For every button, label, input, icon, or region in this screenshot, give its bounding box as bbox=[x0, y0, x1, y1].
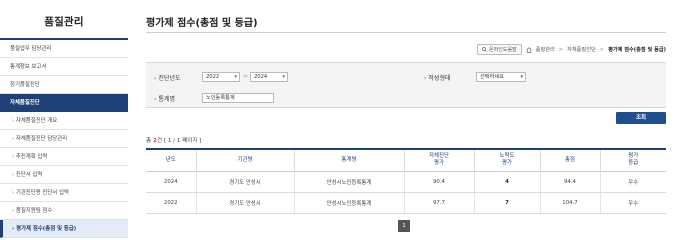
table-header-row: 년도 기관명 통계명 자체진단 평가 노력도 평가 총점 평가 등급 bbox=[146, 148, 666, 172]
online-help-button[interactable]: 온라인도움말 bbox=[477, 44, 522, 55]
chevron-down-icon: ▾ bbox=[234, 74, 237, 80]
sidebar-item-self-diagnosis-overview[interactable]: 자체품질진단 개요 bbox=[0, 112, 128, 130]
search-button[interactable]: 조회 bbox=[616, 112, 666, 124]
col-total: 총점 bbox=[540, 148, 601, 172]
col-effort-eval-label-2: 평가 bbox=[502, 160, 512, 167]
main-content: 평가제 점수(총점 및 등급) 온라인도움말 품질관리 > 자체품질진단 > 평… bbox=[146, 0, 670, 240]
sidebar-item-evaluation-score[interactable]: 평가제 점수(총점 및 등급) bbox=[0, 220, 128, 238]
pagination-current-page[interactable]: 1 bbox=[398, 220, 410, 232]
cell-self-eval: 90.4 bbox=[404, 171, 475, 193]
required-marker: › bbox=[424, 75, 427, 82]
year-to-select[interactable]: 2024 ▾ bbox=[250, 72, 288, 82]
sidebar-item-plan-input[interactable]: 추진계획 입력 bbox=[0, 148, 128, 166]
required-marker: › bbox=[154, 75, 157, 82]
chevron-down-icon: ▾ bbox=[520, 74, 523, 80]
col-self-eval-label-2: 평가 bbox=[434, 160, 444, 167]
cell-grade: 우수 bbox=[600, 192, 666, 214]
score-table: 년도 기관명 통계명 자체진단 평가 노력도 평가 총점 평가 등급 2024 경기도… bbox=[146, 148, 666, 214]
range-tilde: ~ bbox=[243, 73, 249, 80]
breadcrumb: 온라인도움말 품질관리 > 자체품질진단 > 평가제 점수(총점 및 등급) bbox=[477, 44, 666, 55]
cell-stat-name[interactable]: 안성시노인등록통계 bbox=[294, 171, 405, 193]
col-agency-label: 기관명 bbox=[237, 156, 253, 163]
table-row[interactable]: 2022 경기도 안성시 안성시노인등록통계 97.7 7 104.7 우수 bbox=[146, 192, 666, 214]
result-count-prefix: 총 bbox=[146, 138, 152, 144]
year-label-text: 진단년도 bbox=[158, 75, 181, 82]
search-panel: › 진단년도 2022 ▾ ~ 2024 ▾ › 작성형태 선택하세요 ▾ › 통계명… bbox=[146, 62, 666, 108]
breadcrumb-separator: > bbox=[558, 46, 564, 53]
col-year: 년도 bbox=[146, 148, 197, 172]
sidebar-item-report[interactable]: 통계청보 보고서 bbox=[0, 58, 128, 76]
search-icon bbox=[482, 47, 487, 52]
status-label-text: 작성형태 bbox=[428, 75, 451, 82]
year-to-value: 2024 bbox=[254, 74, 268, 80]
page-title: 평가제 점수(총점 및 등급) bbox=[146, 18, 258, 29]
breadcrumb-item-quality[interactable]: 품질관리 bbox=[536, 46, 555, 53]
sidebar-item-agency-diagnosis-input[interactable]: 기관진단용 진단서 입력 bbox=[0, 184, 128, 202]
status-value: 선택하세요 bbox=[480, 74, 504, 80]
status-label: › 작성형태 bbox=[424, 73, 451, 82]
breadcrumb-item-self-diagnosis[interactable]: 자체품질진단 bbox=[567, 46, 596, 53]
sidebar-title: 품질관리 bbox=[44, 16, 84, 28]
cell-total: 94.4 bbox=[540, 171, 601, 193]
sidebar-item-self-diagnosis[interactable]: 자체품질진단 bbox=[0, 94, 128, 112]
cell-year: 2022 bbox=[146, 192, 197, 214]
col-self-eval: 자체진단 평가 bbox=[404, 148, 475, 172]
stat-name-label: › 통계명 bbox=[154, 94, 175, 103]
cell-grade: 우수 bbox=[600, 171, 666, 193]
home-icon[interactable] bbox=[526, 46, 532, 53]
year-label: › 진단년도 bbox=[154, 73, 181, 82]
col-agency: 기관명 bbox=[196, 148, 295, 172]
result-count-suffix: 건 [ 1 / 1 페이지 ] bbox=[156, 138, 202, 144]
col-total-label: 총점 bbox=[565, 156, 575, 163]
sidebar-menu: 품질업무 담당관리 통계청보 보고서 정기품질진단 자체품질진단 자체품질진단 … bbox=[0, 40, 128, 238]
breadcrumb-separator: > bbox=[599, 46, 605, 53]
sidebar: 품질관리 품질업무 담당관리 통계청보 보고서 정기품질진단 자체품질진단 자체… bbox=[0, 0, 128, 240]
cell-effort-eval: 4 bbox=[474, 171, 541, 193]
col-stat-name-label: 통계명 bbox=[341, 156, 357, 163]
stat-name-label-text: 통계명 bbox=[158, 96, 175, 103]
cell-stat-name[interactable]: 안성시노인등록통계 bbox=[294, 192, 405, 214]
stat-name-input[interactable]: 노인등록통계 bbox=[202, 93, 274, 103]
cell-year: 2024 bbox=[146, 171, 197, 193]
sidebar-item-quality-staff[interactable]: 품질업무 담당관리 bbox=[0, 40, 128, 58]
cell-agency: 경기도 안성시 bbox=[196, 192, 295, 214]
year-from-value: 2022 bbox=[206, 74, 220, 80]
breadcrumb-item-current: 평가제 점수(총점 및 등급) bbox=[608, 47, 666, 53]
result-count: 총 2건 [ 1 / 1 페이지 ] bbox=[146, 136, 201, 144]
required-marker: › bbox=[154, 96, 157, 103]
cell-agency: 경기도 안성시 bbox=[196, 171, 295, 193]
sidebar-item-support-team-score[interactable]: 품질지원팀 점수 bbox=[0, 202, 128, 220]
title-divider bbox=[146, 32, 666, 33]
online-help-label: 온라인도움말 bbox=[489, 47, 517, 53]
cell-self-eval: 97.7 bbox=[404, 192, 475, 214]
year-from-select[interactable]: 2022 ▾ bbox=[202, 72, 240, 82]
sidebar-item-self-diagnosis-staff[interactable]: 자체품질진단 담당관리 bbox=[0, 130, 128, 148]
col-effort-eval-label-1: 노력도 bbox=[499, 153, 515, 160]
table-row[interactable]: 2024 경기도 안성시 안성시노인등록통계 90.4 4 94.4 우수 bbox=[146, 171, 666, 193]
col-stat-name: 통계명 bbox=[294, 148, 405, 172]
col-year-label: 년도 bbox=[165, 156, 176, 163]
sidebar-item-diagnosis-input[interactable]: 진단서 입력 bbox=[0, 166, 128, 184]
col-grade-label-2: 등급 bbox=[628, 160, 639, 167]
chevron-down-icon: ▾ bbox=[282, 74, 285, 80]
status-select[interactable]: 선택하세요 ▾ bbox=[476, 72, 526, 82]
col-effort-eval: 노력도 평가 bbox=[474, 148, 541, 172]
col-grade: 평가 등급 bbox=[600, 148, 666, 172]
cell-effort-eval: 7 bbox=[474, 192, 541, 214]
col-self-eval-label-1: 자체진단 bbox=[429, 153, 449, 160]
col-grade-label-1: 평가 bbox=[628, 153, 639, 160]
cell-total: 104.7 bbox=[540, 192, 601, 214]
sidebar-item-regular-diagnosis[interactable]: 정기품질진단 bbox=[0, 76, 128, 94]
